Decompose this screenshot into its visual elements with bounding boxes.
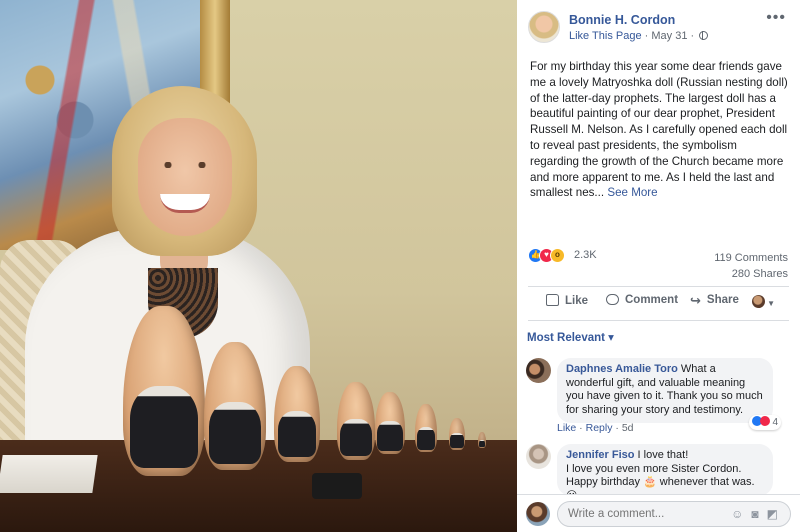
like-page-link[interactable]: Like This Page <box>569 30 642 42</box>
post-photo[interactable] <box>0 0 517 532</box>
comment-reactions[interactable]: 4 <box>748 414 781 431</box>
meta-separator-2: · <box>687 30 698 42</box>
share-label: Share <box>706 294 739 306</box>
more-options-icon[interactable]: ••• <box>766 9 786 27</box>
meta-separator: · <box>641 30 652 42</box>
wow-reaction-icon: o <box>550 248 565 263</box>
see-more-link[interactable]: See More <box>607 186 657 199</box>
react-as-selector[interactable]: ▼ <box>752 295 775 309</box>
comment-footer: Like · Reply · 5d <box>557 422 634 434</box>
share-icon: ↪ <box>690 293 701 308</box>
comment-label: Comment <box>625 294 679 306</box>
nesting-doll-1 <box>123 306 205 476</box>
camera-icon[interactable]: ◙ <box>751 507 766 521</box>
author-avatar[interactable] <box>528 11 560 43</box>
author-name[interactable]: Bonnie H. Cordon <box>569 13 675 27</box>
comment-bubble: Jennifer Fiso I love that! I love you ev… <box>557 444 773 502</box>
like-button[interactable]: Like <box>546 294 588 307</box>
post-meta: Like This Page · May 31 · <box>569 30 709 42</box>
sticker-icon[interactable]: ◩ <box>767 507 786 521</box>
divider <box>528 286 789 287</box>
nesting-doll-5 <box>375 392 405 454</box>
comment-author[interactable]: Daphnes Amalie Toro <box>566 363 678 375</box>
sort-label: Most Relevant <box>527 332 605 344</box>
papers <box>0 455 98 493</box>
comment-footer-sep-2: · <box>612 422 622 434</box>
post-date[interactable]: May 31 <box>651 30 687 42</box>
nesting-doll-4 <box>337 382 375 460</box>
caret-down-icon: ▼ <box>767 299 775 308</box>
nesting-doll-2 <box>204 342 266 470</box>
like-label: Like <box>565 295 589 307</box>
comment-icon <box>606 294 619 305</box>
share-button[interactable]: ↪ Share <box>690 294 739 307</box>
viewer-avatar <box>752 295 766 308</box>
comment-text-line-1: I love that! <box>637 449 689 461</box>
post-sidebar: Bonnie H. Cordon Like This Page · May 31… <box>517 0 800 532</box>
comment-sort-dropdown[interactable]: Most Relevant ▾ <box>527 330 614 344</box>
woman-face <box>138 118 232 236</box>
comment-bubble: Daphnes Amalie Toro What a wonderful gif… <box>557 358 781 431</box>
commenter-avatar[interactable] <box>526 444 551 469</box>
nesting-doll-3 <box>274 366 320 462</box>
viewer-avatar <box>526 502 550 526</box>
comment-button[interactable]: Comment <box>606 294 678 306</box>
comment-reaction-count: 4 <box>772 416 778 428</box>
commenter-avatar[interactable] <box>526 358 551 383</box>
post-header: Bonnie H. Cordon Like This Page · May 31… <box>528 9 790 47</box>
comment-like-link[interactable]: Like <box>557 422 576 434</box>
nesting-doll-7 <box>449 418 465 450</box>
comments-count[interactable]: 119 Comments <box>714 250 788 266</box>
chevron-down-icon: ▾ <box>608 332 614 344</box>
post-actions: Like Comment ↪ Share ▼ <box>528 294 789 316</box>
globe-icon <box>699 30 709 40</box>
post-stats: 119 Comments 280 Shares <box>714 250 788 282</box>
divider <box>528 320 789 321</box>
black-case <box>312 473 362 499</box>
comment-reply-link[interactable]: Reply <box>586 422 613 434</box>
post-body: For my birthday this year some dear frie… <box>530 60 788 200</box>
post-text: For my birthday this year some dear frie… <box>530 59 788 201</box>
comment-composer: ☺◙◩ <box>517 494 800 532</box>
comment-footer-sep: · <box>576 422 586 434</box>
shares-count[interactable]: 280 Shares <box>714 266 788 282</box>
comment-author[interactable]: Jennifer Fiso <box>566 449 634 461</box>
comment-time[interactable]: 5d <box>622 422 634 434</box>
nesting-doll-6 <box>415 404 437 452</box>
love-reaction-icon <box>759 415 770 426</box>
reaction-count[interactable]: 2.3K <box>574 249 597 261</box>
comment-text-line-2: I love you even more Sister Cordon. <box>566 462 742 475</box>
thumbs-up-icon <box>546 294 559 306</box>
nesting-doll-8 <box>478 432 486 448</box>
composer-tools: ☺◙◩ <box>731 507 786 521</box>
emoji-icon[interactable]: ☺ <box>731 507 751 521</box>
